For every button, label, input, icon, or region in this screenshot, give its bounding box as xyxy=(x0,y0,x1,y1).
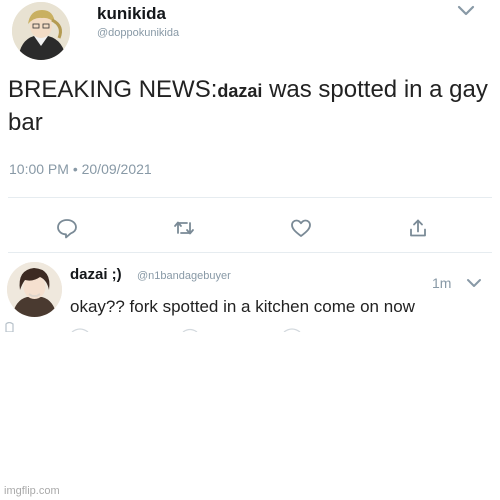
like-icon[interactable] xyxy=(289,217,313,239)
divider xyxy=(8,197,492,198)
tweet-text: BREAKING NEWS:dazai was spotted in a gay… xyxy=(8,74,488,138)
tweet-text-prefix: BREAKING NEWS: xyxy=(8,76,218,103)
share-icon[interactable] xyxy=(406,217,430,239)
reply-text: okay?? fork spotted in a kitchen come on… xyxy=(70,297,415,316)
author-handle[interactable]: @doppokunikida xyxy=(97,27,179,39)
tweet-thread-screenshot: kunikida @doppokunikida BREAKING NEWS:da… xyxy=(0,0,500,332)
author-avatar[interactable] xyxy=(12,2,70,60)
tweet-timestamp[interactable]: 10:00 PM • 20/09/2021 xyxy=(9,161,152,177)
reply-icon[interactable] xyxy=(55,217,79,239)
retweet-icon[interactable] xyxy=(172,217,196,239)
chevron-down-icon[interactable] xyxy=(466,278,482,288)
reply-timestamp[interactable]: 1m xyxy=(432,275,451,291)
reply-author-handle[interactable]: @n1bandagebuyer xyxy=(137,270,231,282)
imgflip-watermark: imgflip.com xyxy=(4,485,60,497)
anime-character-avatar-icon xyxy=(7,262,62,317)
meme-canvas: kunikida @doppokunikida BREAKING NEWS:da… xyxy=(0,0,500,500)
tweet-text-mention: dazai xyxy=(217,81,263,101)
chevron-down-icon[interactable] xyxy=(456,4,476,18)
divider xyxy=(8,252,492,253)
author-display-name[interactable]: kunikida xyxy=(97,4,166,24)
reply-author-display-name[interactable]: dazai ;) xyxy=(70,266,122,283)
cropped-action-bar xyxy=(5,322,301,332)
reply-author-avatar[interactable] xyxy=(7,262,62,317)
anime-character-avatar-icon xyxy=(12,2,70,60)
